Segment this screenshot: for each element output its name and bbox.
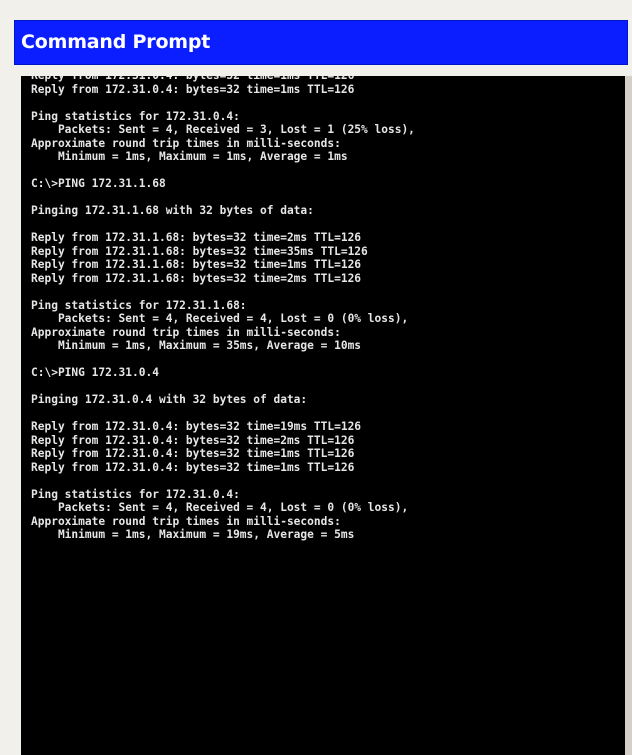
console-lines: Reply from 172.31.0.4: bytes=32 time=1ms… bbox=[31, 76, 415, 542]
vertical-scrollbar[interactable] bbox=[625, 76, 632, 755]
console-line: Minimum = 1ms, Maximum = 35ms, Average =… bbox=[31, 339, 362, 352]
console-line: Reply from 172.31.1.68: bytes=32 time=1m… bbox=[31, 258, 362, 271]
console-line: Pinging 172.31.1.68 with 32 bytes of dat… bbox=[31, 204, 314, 217]
console-line: Packets: Sent = 4, Received = 4, Lost = … bbox=[31, 312, 409, 325]
console-line: C:\>PING 172.31.1.68 bbox=[31, 177, 166, 190]
console-line: Pinging 172.31.0.4 with 32 bytes of data… bbox=[31, 393, 308, 406]
console-line: Reply from 172.31.0.4: bytes=32 time=19m… bbox=[31, 420, 362, 433]
window-title-bar[interactable]: Command Prompt bbox=[14, 20, 628, 65]
console-line: Minimum = 1ms, Maximum = 1ms, Average = … bbox=[31, 150, 348, 163]
console-line: Reply from 172.31.0.4: bytes=32 time=1ms… bbox=[31, 460, 355, 474]
console-line: Reply from 172.31.1.68: bytes=32 time=2m… bbox=[31, 271, 362, 285]
console-line: Reply from 172.31.0.4: bytes=32 time=1ms… bbox=[31, 447, 355, 460]
console-line: Reply from 172.31.1.68: bytes=32 time=35… bbox=[31, 244, 368, 258]
console-line: Packets: Sent = 4, Received = 3, Lost = … bbox=[31, 123, 415, 136]
console-line: Approximate round trip times in milli-se… bbox=[31, 514, 341, 528]
console-line: Minimum = 1ms, Maximum = 19ms, Average =… bbox=[31, 528, 355, 541]
console-line: Approximate round trip times in milli-se… bbox=[31, 325, 341, 339]
console-line: Reply from 172.31.0.4: bytes=32 time=1ms… bbox=[31, 82, 355, 96]
console-output-area[interactable]: Reply from 172.31.0.4: bytes=32 time=1ms… bbox=[21, 76, 625, 755]
console-line: Ping statistics for 172.31.1.68: bbox=[31, 298, 247, 312]
window-title: Command Prompt bbox=[21, 31, 211, 53]
console-line: Approximate round trip times in milli-se… bbox=[31, 136, 341, 150]
command-prompt-window: Command Prompt Reply from 172.31.0.4: by… bbox=[0, 0, 632, 755]
console-line: Ping statistics for 172.31.0.4: bbox=[31, 487, 240, 501]
console-line: Ping statistics for 172.31.0.4: bbox=[31, 109, 240, 123]
console-line: C:\>PING 172.31.0.4 bbox=[31, 366, 159, 379]
console-line: Reply from 172.31.1.68: bytes=32 time=2m… bbox=[31, 231, 362, 244]
console-line: Reply from 172.31.0.4: bytes=32 time=2ms… bbox=[31, 433, 355, 447]
console-line: Packets: Sent = 4, Received = 4, Lost = … bbox=[31, 501, 409, 514]
